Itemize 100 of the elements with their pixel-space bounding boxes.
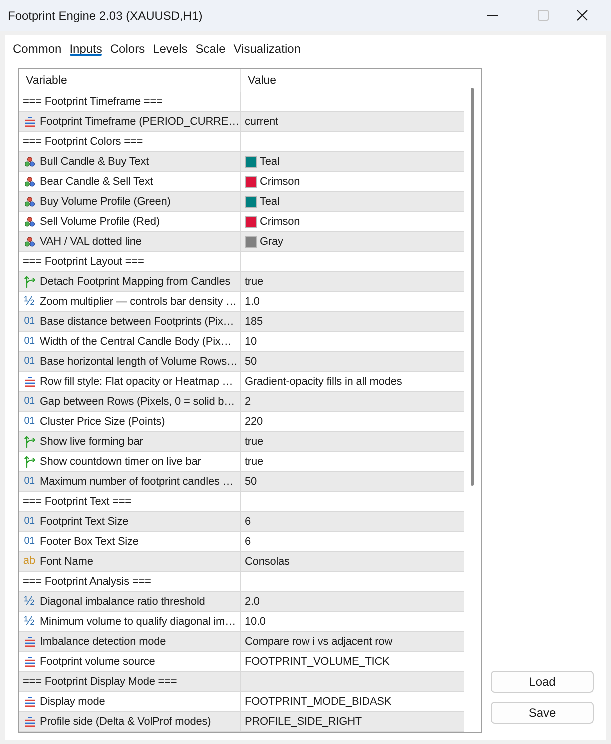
parameter-value: Crimson bbox=[260, 216, 300, 228]
parameter-name: Footprint volume source bbox=[40, 656, 156, 668]
parameter-value: Crimson bbox=[260, 176, 300, 188]
branch-arrow-icon bbox=[24, 456, 36, 468]
parameter-value: 50 bbox=[245, 476, 257, 488]
parameter-value: Compare row i vs adjacent row bbox=[245, 636, 393, 648]
parameter-row[interactable]: Imbalance detection mode Compare row i vs adjacent row bbox=[19, 632, 464, 652]
tab[interactable]: Visualization bbox=[234, 37, 301, 58]
parameter-row[interactable]: Footprint volume source FOOTPRINT_VOLUME_TICK bbox=[19, 652, 464, 672]
parameter-row[interactable]: Row fill style: Flat opacity or Heatmap … Gradient-opacity fills in all modes bbox=[19, 372, 464, 392]
parameter-row[interactable]: 01 Cluster Price Size (Points) 220 bbox=[19, 412, 464, 432]
tab[interactable]: Levels bbox=[153, 37, 188, 58]
parameter-value: 185 bbox=[245, 316, 263, 328]
parameter-row[interactable]: Display mode FOOTPRINT_MODE_BIDASK bbox=[19, 692, 464, 712]
stacked-lines-icon bbox=[24, 636, 34, 646]
parameter-name: Diagonal imbalance ratio threshold bbox=[40, 596, 206, 608]
group-heading: === Footprint Layout === bbox=[23, 256, 144, 268]
group-heading: === Footprint Display Mode === bbox=[23, 676, 178, 688]
fraction-icon: ½ bbox=[24, 595, 35, 608]
column-header[interactable]: Variable bbox=[26, 74, 68, 86]
parameter-name: Footprint Timeframe (PERIOD_CURRE… bbox=[40, 116, 240, 128]
close-icon[interactable] bbox=[577, 10, 588, 21]
parameter-name: Show live forming bar bbox=[40, 436, 144, 448]
digits-icon: 01 bbox=[24, 416, 35, 426]
stacked-lines-icon bbox=[24, 376, 34, 386]
parameter-value: Teal bbox=[260, 156, 280, 168]
parameter-row[interactable]: 01 Width of the Central Candle Body (Pix… 10 bbox=[19, 332, 464, 352]
color-dots-icon bbox=[24, 176, 34, 186]
parameter-row[interactable]: Detach Footprint Mapping from Candles true bbox=[19, 272, 464, 292]
digits-icon: 01 bbox=[24, 476, 35, 486]
parameter-row[interactable]: Sell Volume Profile (Red) Crimson bbox=[19, 212, 464, 232]
column-header[interactable]: Value bbox=[248, 74, 277, 86]
tab[interactable]: Scale bbox=[196, 37, 226, 58]
parameter-row[interactable]: Show live forming bar true bbox=[19, 432, 464, 452]
parameter-row[interactable]: ½ Minimum volume to qualify diagonal im… 10.0 bbox=[19, 612, 464, 632]
parameter-row[interactable]: 01 Base distance between Footprints (Pix… 185 bbox=[19, 312, 464, 332]
parameter-row[interactable]: 01 Footer Box Text Size 6 bbox=[19, 532, 464, 552]
parameter-row[interactable]: 01 Footprint Text Size 6 bbox=[19, 512, 464, 532]
parameter-value: 2.0 bbox=[245, 596, 260, 608]
parameter-row[interactable]: Profile side (Delta & VolProf modes) PROFILE_SIDE_RIGHT bbox=[19, 712, 464, 732]
parameter-name: Footer Box Text Size bbox=[40, 536, 139, 548]
action-button[interactable]: Load bbox=[491, 671, 594, 693]
color-dots-icon bbox=[24, 236, 34, 246]
parameter-row[interactable]: ab Font Name Consolas bbox=[19, 552, 464, 572]
digits-icon: 01 bbox=[24, 336, 35, 346]
stacked-lines-icon bbox=[24, 696, 34, 706]
parameter-row[interactable]: ½ Diagonal imbalance ratio threshold 2.0 bbox=[19, 592, 464, 612]
parameter-name: Buy Volume Profile (Green) bbox=[40, 196, 171, 208]
parameter-row[interactable]: 01 Maximum number of footprint candles … 50 bbox=[19, 472, 464, 492]
tab[interactable]: Colors bbox=[110, 37, 146, 58]
action-button[interactable]: Save bbox=[491, 702, 594, 724]
color-dots-icon bbox=[24, 196, 34, 206]
letters-icon: ab bbox=[23, 556, 36, 567]
parameter-row[interactable]: Footprint Timeframe (PERIOD_CURRE… current bbox=[19, 112, 464, 132]
tab[interactable]: Inputs bbox=[70, 37, 102, 58]
branch-arrow-icon bbox=[24, 276, 36, 288]
parameter-row[interactable]: Bull Candle & Buy Text Teal bbox=[19, 152, 464, 172]
parameter-row[interactable]: 01 Base horizontal length of Volume Rows… 50 bbox=[19, 352, 464, 372]
digits-icon: 01 bbox=[24, 516, 35, 526]
fraction-icon: ½ bbox=[24, 615, 35, 628]
tab[interactable]: Common bbox=[13, 37, 62, 58]
scrollbar-thumb[interactable] bbox=[471, 88, 474, 486]
fraction-icon: ½ bbox=[24, 295, 35, 308]
parameter-name: Row fill style: Flat opacity or Heatmap … bbox=[40, 376, 234, 388]
parameter-value: 1.0 bbox=[245, 296, 260, 308]
group-heading: === Footprint Analysis === bbox=[23, 576, 152, 588]
parameter-value: Teal bbox=[260, 196, 280, 208]
parameter-name: Minimum volume to qualify diagonal im… bbox=[40, 616, 236, 628]
parameter-value: 2 bbox=[245, 396, 251, 408]
parameter-name: Width of the Central Candle Body (Pix… bbox=[40, 336, 232, 348]
parameter-value: FOOTPRINT_VOLUME_TICK bbox=[245, 656, 390, 668]
parameter-row[interactable]: Show countdown timer on live bar true bbox=[19, 452, 464, 472]
parameter-value: Gray bbox=[260, 236, 284, 248]
parameter-value: 6 bbox=[245, 516, 251, 528]
parameter-row[interactable]: ½ Zoom multiplier — controls bar density … 1.0 bbox=[19, 292, 464, 312]
stacked-lines-icon bbox=[24, 116, 34, 126]
parameter-name: Font Name bbox=[40, 556, 94, 568]
parameter-value: 6 bbox=[245, 536, 251, 548]
parameter-row[interactable]: VAH / VAL dotted line Gray bbox=[19, 232, 464, 252]
color-dots-icon bbox=[24, 216, 34, 226]
parameter-value: 50 bbox=[245, 356, 257, 368]
parameter-row[interactable]: Bear Candle & Sell Text Crimson bbox=[19, 172, 464, 192]
parameter-name: Footprint Text Size bbox=[40, 516, 129, 528]
parameter-value: 10.0 bbox=[245, 616, 266, 628]
parameter-name: Imbalance detection mode bbox=[40, 636, 166, 648]
parameter-value: Gradient-opacity fills in all modes bbox=[245, 376, 402, 388]
parameter-value: true bbox=[245, 276, 264, 288]
digits-icon: 01 bbox=[24, 536, 35, 546]
parameter-value: 220 bbox=[245, 416, 263, 428]
parameter-name: Gap between Rows (Pixels, 0 = solid b… bbox=[40, 396, 236, 408]
parameter-name: Sell Volume Profile (Red) bbox=[40, 216, 160, 228]
color-dots-icon bbox=[24, 156, 34, 166]
parameter-value: PROFILE_SIDE_RIGHT bbox=[245, 716, 362, 728]
digits-icon: 01 bbox=[24, 356, 35, 366]
branch-arrow-icon bbox=[24, 436, 36, 448]
parameter-row[interactable]: Buy Volume Profile (Green) Teal bbox=[19, 192, 464, 212]
parameter-name: Base horizontal length of Volume Rows… bbox=[40, 356, 238, 368]
window-title: Footprint Engine 2.03 (XAUUSD,H1) bbox=[8, 8, 204, 22]
parameter-row[interactable]: 01 Gap between Rows (Pixels, 0 = solid b… 2 bbox=[19, 392, 464, 412]
parameter-name: Show countdown timer on live bar bbox=[40, 456, 202, 468]
